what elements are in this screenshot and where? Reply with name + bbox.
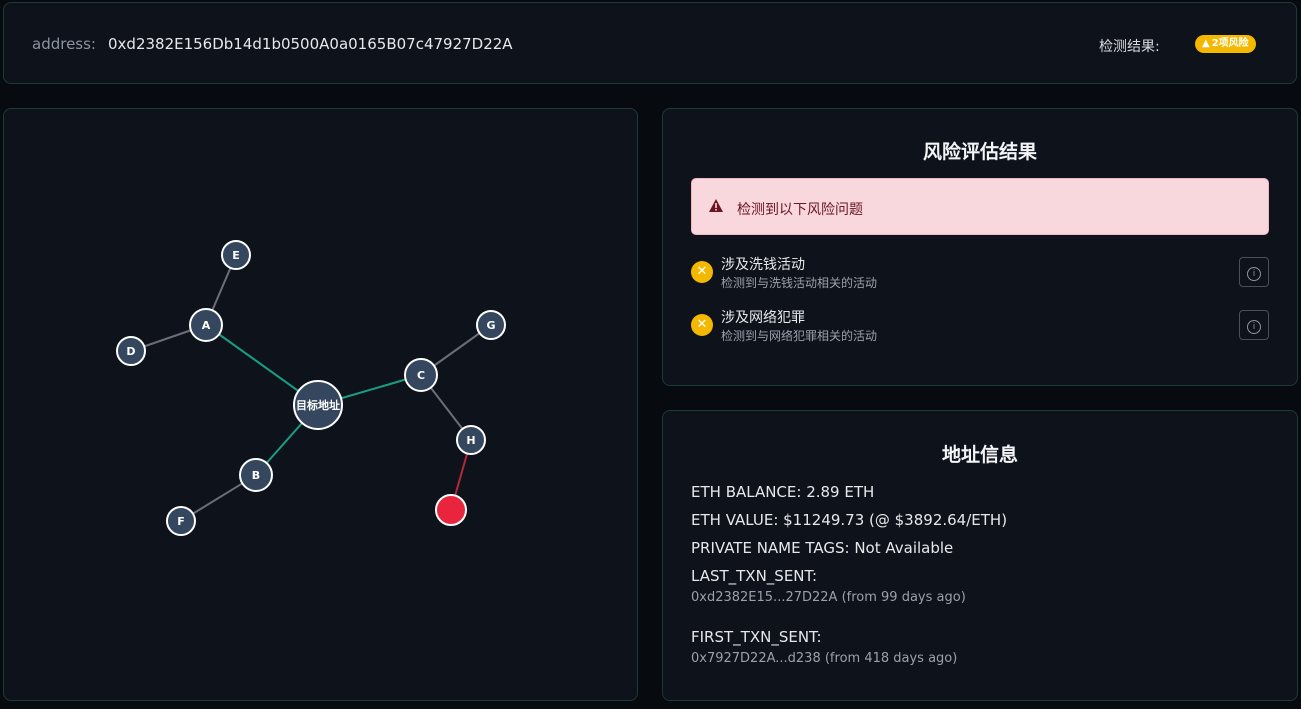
risk-panel-title: 风险评估结果 [922,141,1037,163]
graph-node-label: E [232,249,240,262]
last-txn-label: LAST_TXN_SENT: [691,567,818,585]
address-label: address: [32,35,96,53]
graph-node-E[interactable]: E [221,240,251,270]
risk-alert: 检测到以下风险问题 [691,178,1269,235]
graph-node-A[interactable]: A [189,308,223,342]
risk-item-title: 涉及洗钱活动 [721,257,805,273]
eth-value: ETH VALUE: $11249.73 (@ $3892.64/ETH) [691,511,1008,529]
x-circle-icon: ✕ [691,314,713,336]
info-icon: i [1247,267,1261,281]
graph-node-label: 目标地址 [296,398,340,412]
graph-node-C[interactable]: C [404,358,438,392]
risk-count-badge: ▲ 2项风险 [1195,35,1256,53]
risk-item-desc: 检测到与洗钱活动相关的活动 [721,276,878,290]
x-circle-icon: ✕ [691,261,713,283]
risk-alert-text: 检测到以下风险问题 [737,202,863,218]
graph-node-G[interactable]: G [476,310,506,340]
risk-count-text: 2项风险 [1211,38,1249,49]
info-icon: i [1247,320,1261,334]
graph-node-label: A [202,319,211,332]
info-button[interactable]: i [1239,310,1269,340]
graph-node-label: C [417,369,425,382]
info-button[interactable]: i [1239,257,1269,287]
transaction-graph[interactable]: 目标地址 A B C D E F G H [4,109,637,700]
risk-assessment-panel: 风险评估结果 检测到以下风险问题 ✕ 涉及洗钱活动 检测到与洗钱活动相关的活动 … [662,108,1298,386]
first-txn-value[interactable]: 0x7927D22A...d238 (from 418 days ago) [691,651,957,666]
graph-node-circle [435,494,467,526]
graph-node-label: F [177,515,185,528]
warning-icon [709,199,723,212]
graph-node-risk[interactable] [435,494,467,526]
first-txn-label: FIRST_TXN_SENT: [691,628,822,646]
graph-node-label: H [466,434,475,447]
risk-item: ✕ 涉及网络犯罪 检测到与网络犯罪相关的活动 i [691,307,1269,347]
transaction-graph-panel: 目标地址 A B C D E F G H [3,108,638,701]
graph-node-F[interactable]: F [166,506,196,536]
graph-node-target[interactable]: 目标地址 [293,380,343,430]
risk-item: ✕ 涉及洗钱活动 检测到与洗钱活动相关的活动 i [691,254,1269,294]
last-txn-value[interactable]: 0xd2382E15...27D22A (from 99 days ago) [691,590,966,605]
address-bar: address: 0xd2382E156Db14d1b0500A0a0165B0… [3,2,1297,84]
graph-node-label: B [252,469,260,482]
graph-node-label: G [486,319,495,332]
risk-item-title: 涉及网络犯罪 [721,310,805,326]
address-value[interactable]: 0xd2382E156Db14d1b0500A0a0165B07c47927D2… [108,35,513,53]
eth-balance: ETH BALANCE: 2.89 ETH [691,483,875,501]
info-panel-title: 地址信息 [941,444,1018,466]
address-info-panel: 地址信息 ETH BALANCE: 2.89 ETH ETH VALUE: $1… [662,410,1298,701]
graph-node-H[interactable]: H [456,425,486,455]
private-name-tags: PRIVATE NAME TAGS: Not Available [691,539,954,557]
risk-item-desc: 检测到与网络犯罪相关的活动 [721,329,878,343]
result-label: 检测结果: [1099,39,1160,55]
graph-node-D[interactable]: D [116,336,146,366]
warning-icon: ▲ [1202,38,1210,49]
graph-node-B[interactable]: B [239,458,273,492]
graph-node-label: D [126,345,135,358]
